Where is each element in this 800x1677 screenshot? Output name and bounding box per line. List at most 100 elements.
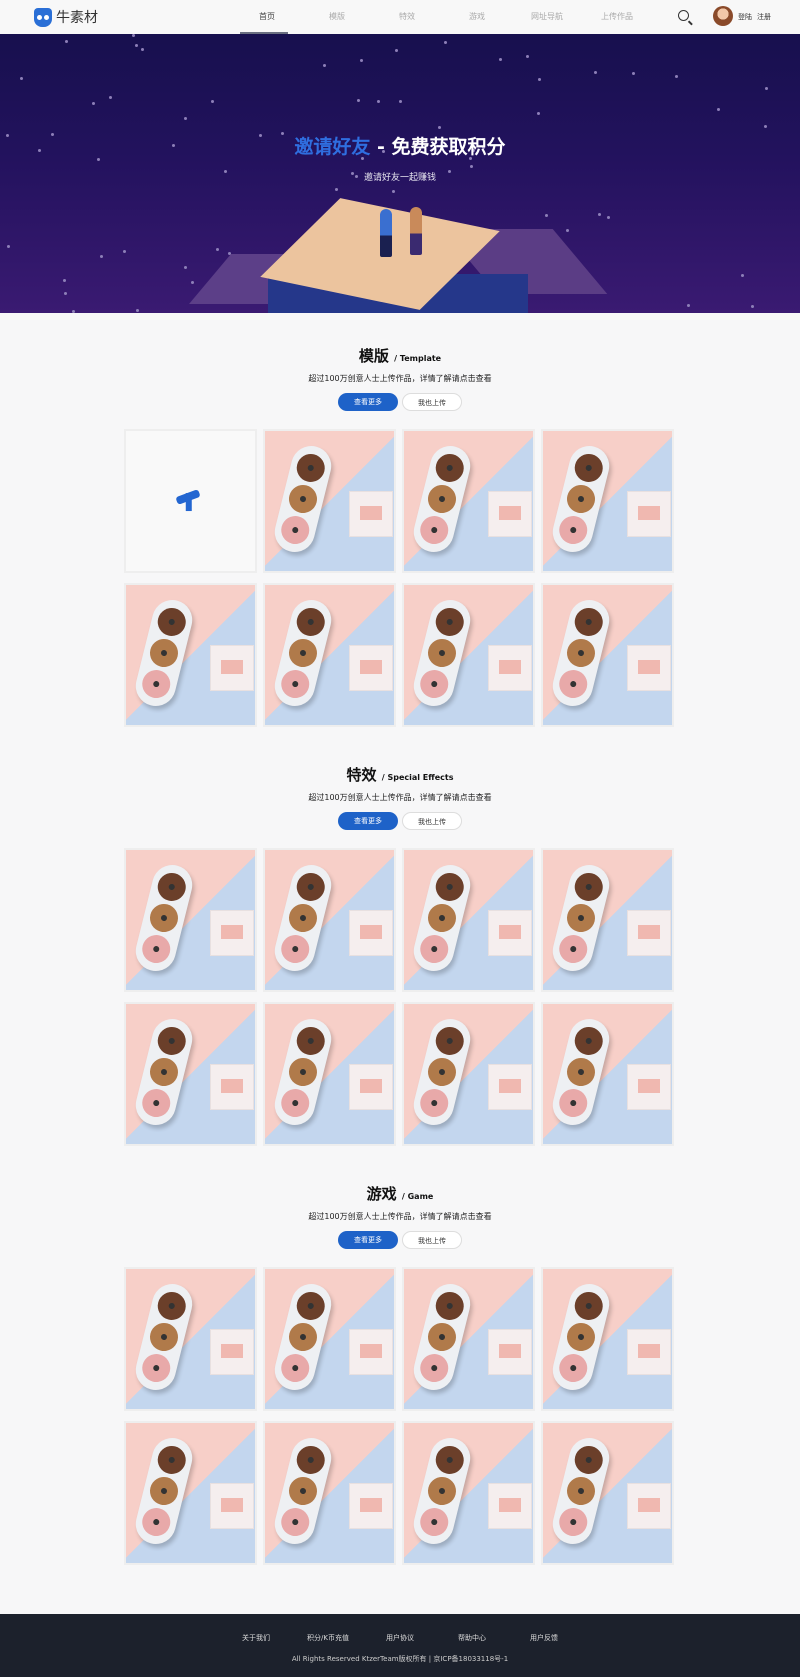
plate-image xyxy=(131,595,197,711)
star xyxy=(376,99,380,103)
star xyxy=(100,255,104,259)
plate-image xyxy=(409,860,475,976)
nav-games[interactable]: 游戏 xyxy=(442,0,512,34)
card-loading[interactable] xyxy=(124,429,257,573)
card-thumbnail[interactable] xyxy=(402,1002,535,1146)
nav-upload[interactable]: 上传作品 xyxy=(582,0,652,34)
card-thumbnail[interactable] xyxy=(402,1421,535,1565)
donut-image xyxy=(417,932,452,967)
register-link[interactable]: 注册 xyxy=(757,12,771,22)
card-thumbnail[interactable] xyxy=(124,848,257,992)
view-more-button[interactable]: 查看更多 xyxy=(338,1231,398,1249)
donut-image xyxy=(425,1055,459,1089)
card-thumbnail[interactable] xyxy=(402,848,535,992)
donut-image xyxy=(432,1288,467,1323)
card-thumbnail[interactable] xyxy=(541,1267,674,1411)
star xyxy=(751,304,755,308)
nav-effects[interactable]: 特效 xyxy=(372,0,442,34)
star xyxy=(398,99,402,103)
footer-link-about[interactable]: 关于我们 xyxy=(220,1633,292,1643)
card-thumbnail[interactable] xyxy=(541,1002,674,1146)
footer-link-agreement[interactable]: 用户协议 xyxy=(364,1633,436,1643)
card-thumbnail[interactable] xyxy=(263,1002,396,1146)
card-thumbnail[interactable] xyxy=(402,583,535,727)
donut-image xyxy=(571,1023,606,1058)
plate-image xyxy=(131,1014,197,1130)
nav-template[interactable]: 模版 xyxy=(302,0,372,34)
section-subtitle: / Template xyxy=(394,354,442,363)
section-title-text: 游戏 xyxy=(366,1185,397,1203)
star xyxy=(537,78,541,82)
card-thumbnail[interactable] xyxy=(263,583,396,727)
box-image xyxy=(210,910,254,956)
box-image xyxy=(627,645,671,691)
star xyxy=(190,280,194,284)
card-thumbnail[interactable] xyxy=(402,429,535,573)
star xyxy=(395,48,399,52)
nav-home[interactable]: 首页 xyxy=(232,0,302,34)
footer-link-recharge[interactable]: 积分/K币充值 xyxy=(292,1633,364,1643)
card-thumbnail[interactable] xyxy=(541,848,674,992)
donut-image xyxy=(571,869,606,904)
donut-image xyxy=(286,482,320,516)
donut-image xyxy=(147,1320,181,1354)
donut-image xyxy=(564,901,598,935)
search-icon[interactable] xyxy=(678,10,689,21)
footer-link-help[interactable]: 帮助中心 xyxy=(436,1633,508,1643)
upload-button[interactable]: 我也上传 xyxy=(402,812,462,830)
plate-image xyxy=(270,1433,336,1549)
box-image xyxy=(210,1329,254,1375)
upload-button[interactable]: 我也上传 xyxy=(402,1231,462,1249)
card-thumbnail[interactable] xyxy=(124,1421,257,1565)
card-thumbnail[interactable] xyxy=(263,1267,396,1411)
donut-image xyxy=(417,1086,452,1121)
donut-image xyxy=(286,901,320,935)
card-thumbnail[interactable] xyxy=(402,1267,535,1411)
upload-button[interactable]: 我也上传 xyxy=(402,393,462,411)
view-more-button[interactable]: 查看更多 xyxy=(338,812,398,830)
card-thumbnail[interactable] xyxy=(541,583,674,727)
star xyxy=(63,292,67,296)
box-image xyxy=(349,1329,393,1375)
plate-image xyxy=(131,1279,197,1395)
nav-links[interactable]: 网址导航 xyxy=(512,0,582,34)
card-thumbnail[interactable] xyxy=(124,583,257,727)
logo[interactable]: 牛素材 xyxy=(34,7,98,27)
star xyxy=(544,214,548,218)
star xyxy=(764,86,768,90)
box-image xyxy=(488,910,532,956)
view-more-button[interactable]: 查看更多 xyxy=(338,393,398,411)
star xyxy=(499,58,503,62)
plate-image xyxy=(548,1433,614,1549)
star xyxy=(356,98,360,102)
card-thumbnail[interactable] xyxy=(541,1421,674,1565)
box-image xyxy=(488,1064,532,1110)
star xyxy=(686,304,690,308)
hero-banner[interactable]: 邀请好友 - 免费获取积分 邀请好友一起赚钱 xyxy=(0,34,800,313)
card-thumbnail[interactable] xyxy=(263,429,396,573)
star xyxy=(360,59,364,63)
donut-image xyxy=(278,1351,313,1386)
section-title-text: 模版 xyxy=(358,347,389,365)
plate-image xyxy=(409,1433,475,1549)
avatar[interactable] xyxy=(713,6,733,26)
card-thumbnail[interactable] xyxy=(124,1002,257,1146)
login-link[interactable]: 登陆 xyxy=(738,12,752,22)
donut-image xyxy=(417,513,452,548)
donut-image xyxy=(432,604,467,639)
star xyxy=(131,34,135,38)
donut-image xyxy=(154,1442,189,1477)
card-thumbnail[interactable] xyxy=(541,429,674,573)
card-thumbnail[interactable] xyxy=(263,848,396,992)
donut-image xyxy=(286,1320,320,1354)
plate-image xyxy=(131,1433,197,1549)
donut-image xyxy=(293,604,328,639)
section-description: 超过100万创意人士上传作品，详情了解请点击查看 xyxy=(308,793,492,802)
donut-image xyxy=(278,513,313,548)
footer-link-feedback[interactable]: 用户反馈 xyxy=(508,1633,580,1643)
plate-image xyxy=(548,1279,614,1395)
card-thumbnail[interactable] xyxy=(263,1421,396,1565)
card-thumbnail[interactable] xyxy=(124,1267,257,1411)
box-image xyxy=(349,1064,393,1110)
donut-image xyxy=(139,667,174,702)
